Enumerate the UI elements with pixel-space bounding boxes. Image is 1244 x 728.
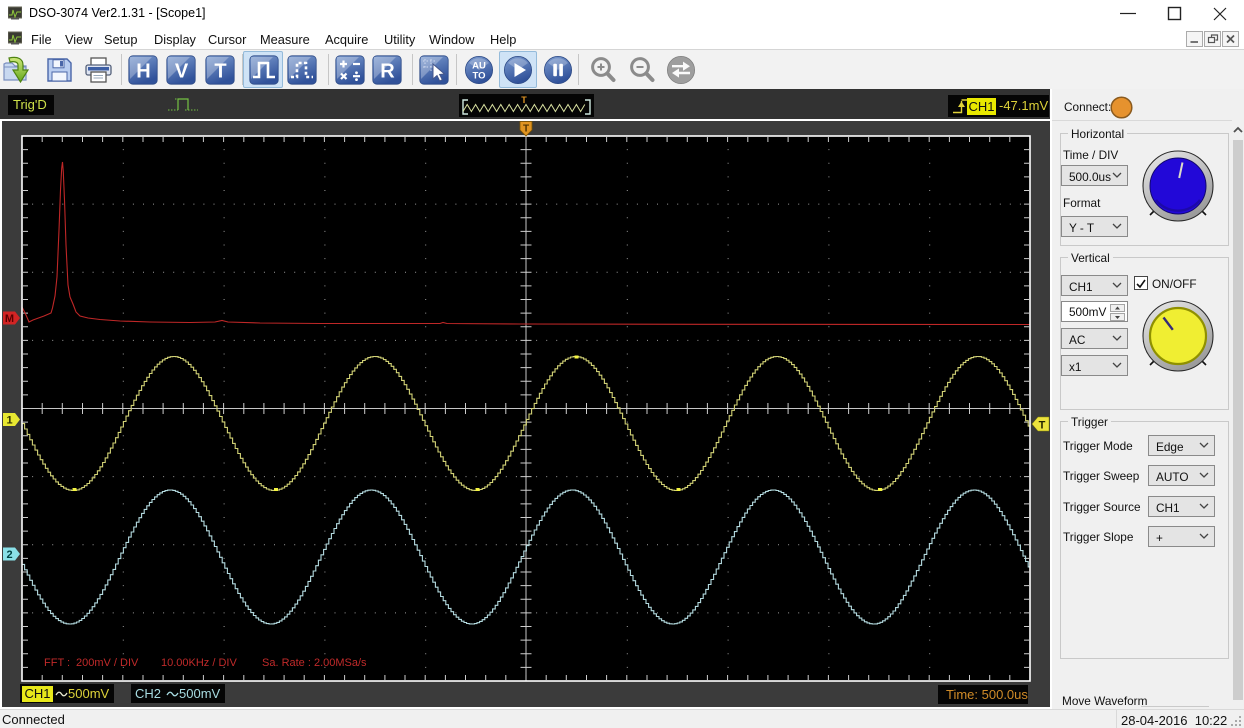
svg-text:T: T (521, 95, 527, 105)
svg-text:T: T (214, 61, 226, 83)
svg-text:T: T (523, 124, 529, 135)
svg-text:TO: TO (472, 71, 485, 82)
svg-text:T: T (1039, 420, 1046, 432)
svg-text:1: 1 (6, 415, 12, 427)
svg-text:FFT :200mV / DIV10.00KHz / DIV: FFT :200mV / DIV 10.00KHz / DIV Sa. Rate :… (44, 657, 367, 669)
svg-text:V: V (175, 61, 189, 83)
svg-text:H: H (136, 61, 150, 83)
svg-text:M: M (5, 313, 14, 325)
svg-text:2: 2 (6, 549, 12, 561)
svg-text:R: R (380, 61, 395, 83)
